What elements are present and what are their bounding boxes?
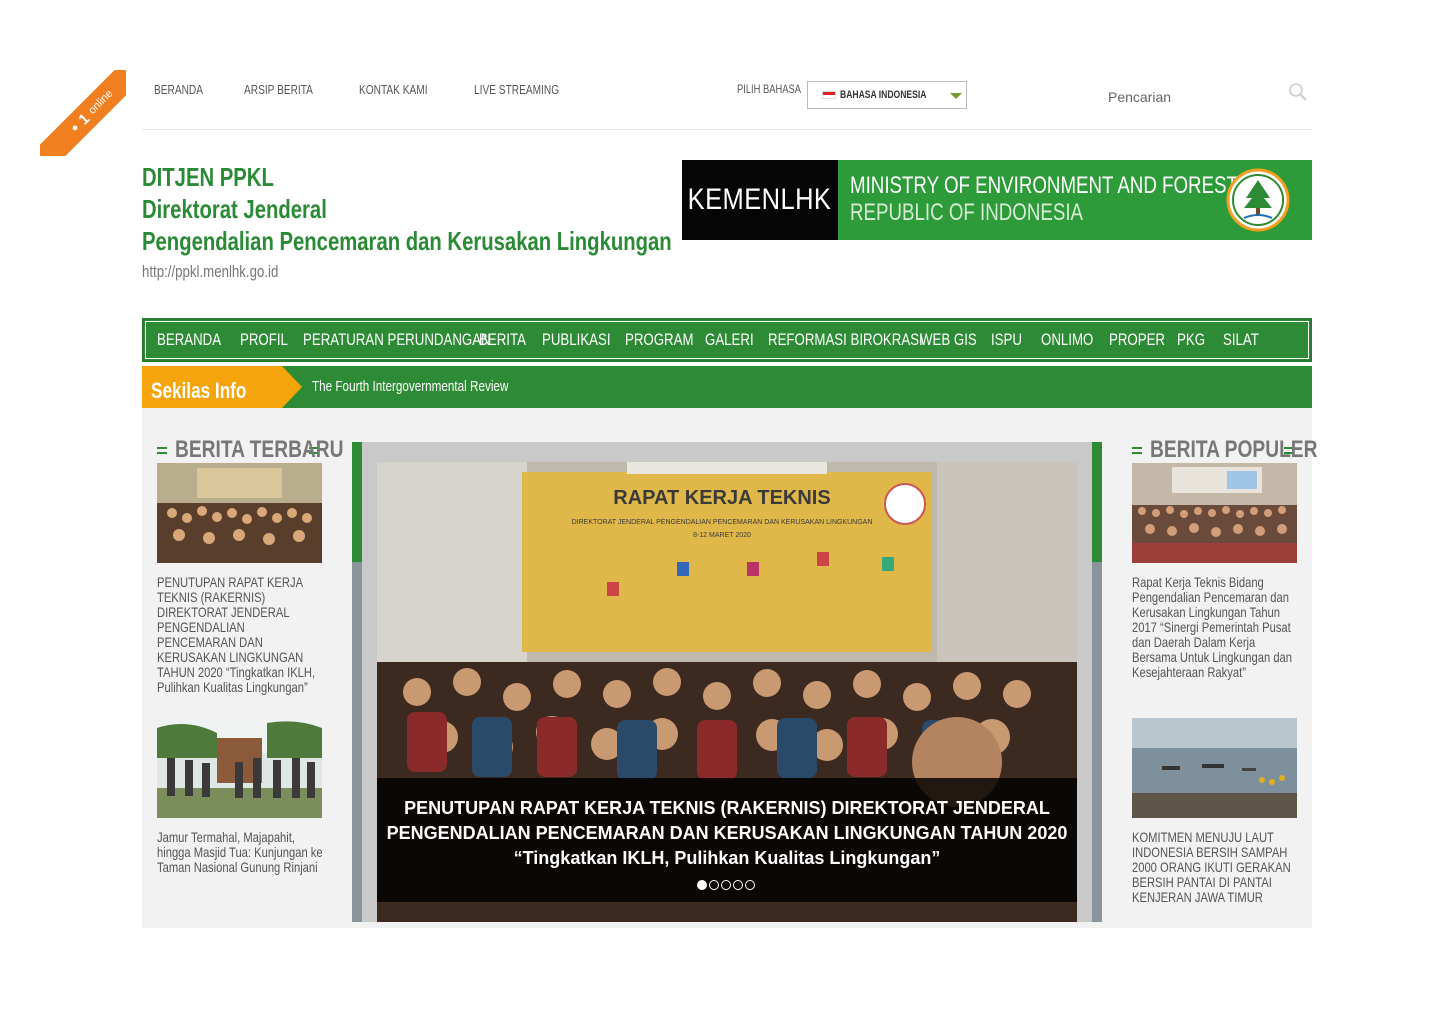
online-visitor-badge: ● 1 online bbox=[40, 70, 126, 156]
nav-reformasi-birokrasi[interactable]: REFORMASI BIROKRASI bbox=[768, 330, 923, 350]
nav-publikasi[interactable]: PUBLIKASI bbox=[542, 330, 618, 350]
slider-dot-3[interactable] bbox=[721, 880, 731, 890]
slide-title-line3: “Tingkatkan IKLH, Pulihkan Kualitas Ling… bbox=[513, 848, 941, 868]
top-nav-live-streaming[interactable]: LIVE STREAMING bbox=[474, 82, 583, 97]
popular-news-thumb-1[interactable] bbox=[1132, 463, 1297, 563]
photo-banner-sub1: DIREKTORAT JENDERAL PENGENDALIAN PENCEMA… bbox=[572, 519, 873, 526]
top-nav: BERANDA ARSIP BERITA KONTAK KAMI LIVE ST… bbox=[154, 82, 583, 97]
latest-news-thumb-2[interactable] bbox=[157, 718, 322, 818]
nav-web-gis[interactable]: WEB GIS bbox=[920, 330, 984, 350]
nav-peraturan-perundangan[interactable]: PERATURAN PERUNDANGAN bbox=[303, 330, 491, 350]
main-nav: BERANDA PROFIL PERATURAN PERUNDANGAN BER… bbox=[142, 318, 1312, 362]
photo-banner-title: RAPAT KERJA TEKNIS bbox=[613, 487, 830, 509]
slider-pagination bbox=[697, 880, 755, 890]
header-divider bbox=[142, 129, 1312, 130]
popular-news-caption-2[interactable]: KOMITMEN MENUJU LAUT INDONESIA BERSIH SA… bbox=[1132, 830, 1302, 905]
brand-url[interactable]: http://ppkl.menlhk.go.id bbox=[142, 262, 317, 282]
slider-dot-1[interactable] bbox=[697, 880, 707, 890]
brand-title: DITJEN PPKL bbox=[142, 162, 274, 192]
latest-news-caption-1[interactable]: PENUTUPAN RAPAT KERJA TEKNIS (RAKERNIS) … bbox=[157, 575, 327, 695]
popular-news-thumb-2[interactable] bbox=[1132, 718, 1297, 818]
nav-silat[interactable]: SILAT bbox=[1223, 330, 1263, 350]
slide-title-line1: PENUTUPAN RAPAT KERJA TEKNIS (RAKERNIS) … bbox=[404, 798, 1050, 818]
language-selected: BAHASA INDONESIA bbox=[840, 89, 927, 101]
nav-program[interactable]: PROGRAM bbox=[625, 330, 698, 350]
chevron-down-icon bbox=[950, 93, 962, 99]
brand-subtitle: Direktorat Jenderal bbox=[142, 194, 327, 224]
photo-banner-sub2: 8-12 MARET 2020 bbox=[693, 532, 751, 539]
latest-news-caption-2[interactable]: Jamur Termahal, Majapahit, hingga Masjid… bbox=[157, 830, 327, 875]
nav-proper[interactable]: PROPER bbox=[1109, 330, 1170, 350]
top-nav-arsip-berita[interactable]: ARSIP BERITA bbox=[244, 82, 332, 97]
search-input[interactable] bbox=[1108, 84, 1298, 110]
slider-caption[interactable]: PENUTUPAN RAPAT KERJA TEKNIS (RAKERNIS) … bbox=[377, 778, 1077, 902]
popular-news-title: BERITA POPULER bbox=[1132, 436, 1317, 464]
nav-pkg[interactable]: PKG bbox=[1177, 330, 1216, 350]
slide-title-line2: PENGENDALIAN PENCEMARAN DAN KERUSAKAN LI… bbox=[386, 823, 1068, 843]
latest-news-thumb-1[interactable] bbox=[157, 463, 322, 563]
indonesia-flag-icon bbox=[822, 91, 836, 99]
ministry-banner[interactable]: KEMENLHK MINISTRY OF ENVIRONMENT AND FOR… bbox=[682, 160, 1312, 240]
nav-berita[interactable]: BERITA bbox=[479, 330, 535, 350]
nav-onlimo[interactable]: ONLIMO bbox=[1041, 330, 1102, 350]
nav-beranda[interactable]: BERANDA bbox=[157, 330, 233, 350]
nav-galeri[interactable]: GALERI bbox=[705, 330, 761, 350]
top-nav-kontak-kami[interactable]: KONTAK KAMI bbox=[359, 82, 447, 97]
banner-line1: MINISTRY OF ENVIRONMENT AND FORESTRY bbox=[850, 172, 1264, 199]
nav-profil[interactable]: PROFIL bbox=[240, 330, 296, 350]
ticker-label: Sekilas Info bbox=[142, 366, 302, 408]
banner-abbr: KEMENLHK bbox=[682, 160, 838, 240]
popular-news-caption-1[interactable]: Rapat Kerja Teknis Bidang Pengendalian P… bbox=[1132, 575, 1302, 680]
slider-dot-2[interactable] bbox=[709, 880, 719, 890]
slider-dot-5[interactable] bbox=[745, 880, 755, 890]
nav-ispu[interactable]: ISPU bbox=[991, 330, 1034, 350]
slider-dot-4[interactable] bbox=[733, 880, 743, 890]
language-select[interactable]: BAHASA INDONESIA bbox=[807, 81, 967, 109]
latest-news-title: BERITA TERBARU bbox=[157, 436, 344, 464]
ministry-emblem-icon bbox=[1226, 168, 1290, 232]
search-icon[interactable] bbox=[1288, 82, 1308, 102]
online-label: online bbox=[86, 87, 116, 117]
banner-line2: REPUBLIC OF INDONESIA bbox=[850, 199, 1084, 226]
ticker-text[interactable]: The Fourth Intergovernmental Review bbox=[312, 378, 564, 395]
top-nav-beranda[interactable]: BERANDA bbox=[154, 82, 217, 97]
users-icon: ● bbox=[68, 121, 82, 135]
news-ticker: Sekilas Info The Fourth Intergovernmenta… bbox=[142, 366, 1312, 408]
